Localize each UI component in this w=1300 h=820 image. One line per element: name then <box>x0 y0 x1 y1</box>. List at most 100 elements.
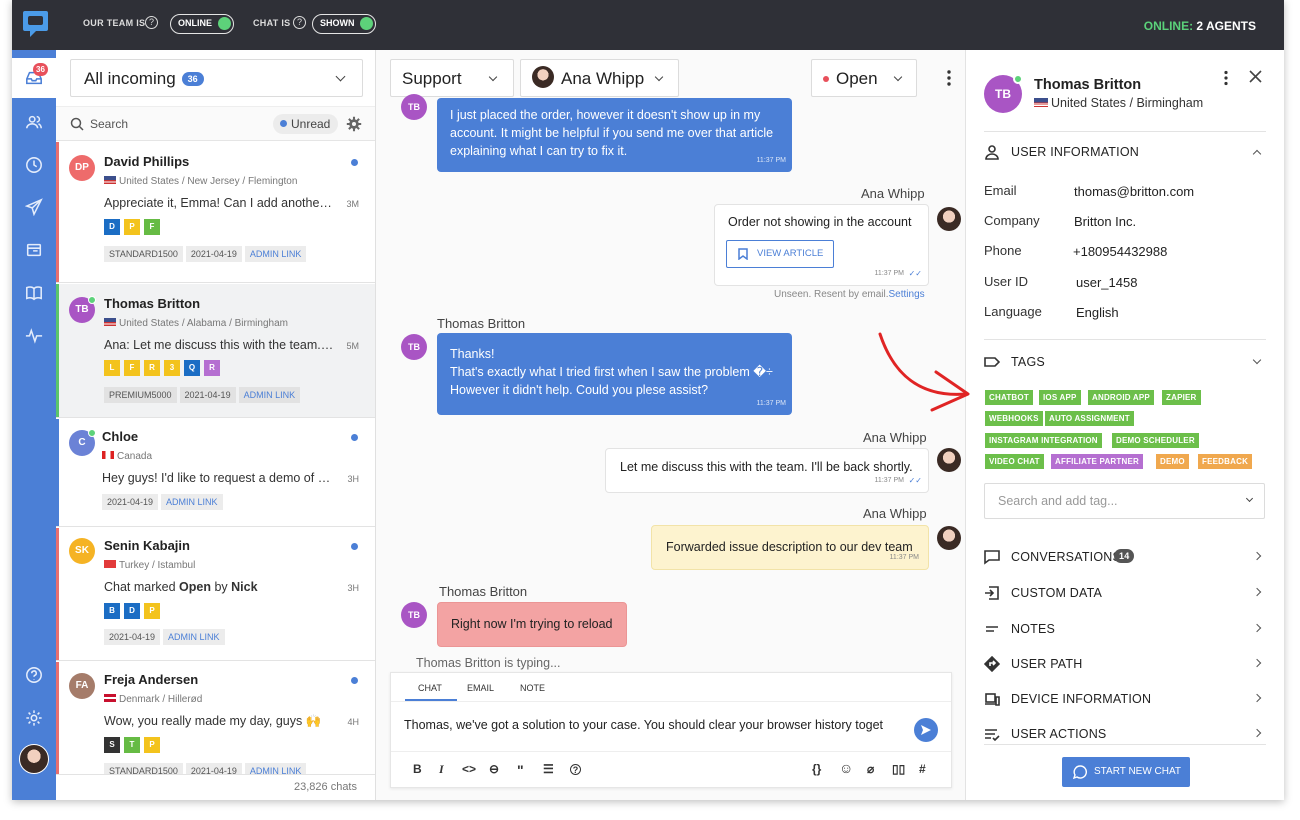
user-information-section-header[interactable]: USER INFORMATION <box>984 144 1266 162</box>
tag-chip[interactable]: DEMO <box>1156 454 1189 469</box>
code-icon[interactable]: <> <box>462 762 476 776</box>
tag-chip[interactable]: IOS APP <box>1039 390 1081 405</box>
help-icon[interactable]: ? <box>570 764 581 775</box>
agent-avatar[interactable] <box>19 744 49 774</box>
settings-link[interactable]: Settings <box>889 289 925 300</box>
conversation-item[interactable]: C Chloe Canada Hey guys! I'd like to req… <box>56 419 375 527</box>
admin-link[interactable]: ADMIN LINK <box>163 629 225 645</box>
team-status-toggle[interactable]: ONLINE <box>170 14 234 34</box>
priority-bar <box>56 528 59 660</box>
attachment-icon[interactable]: ⌀ <box>867 762 874 776</box>
admin-link[interactable]: ADMIN LINK <box>244 763 307 774</box>
company-value[interactable]: Britton Inc. <box>1074 214 1136 229</box>
tag-chip[interactable]: ZAPIER <box>1162 390 1201 405</box>
admin-link[interactable]: ADMIN LINK <box>238 387 301 403</box>
close-icon[interactable] <box>1249 70 1262 83</box>
avatar: DP <box>69 155 95 181</box>
divider <box>391 751 951 752</box>
italic-icon[interactable]: I <box>439 762 444 777</box>
user-id-value[interactable]: user_1458 <box>1076 275 1137 290</box>
avatar: C <box>69 429 96 456</box>
gear-icon[interactable] <box>346 116 362 132</box>
contact-location-text: United States / New Jersey / Flemington <box>119 176 298 187</box>
conversations-section[interactable]: CONVERSATIONS 14 <box>984 549 1266 567</box>
custom-data-section[interactable]: CUSTOM DATA <box>984 585 1266 603</box>
conversation-item-selected[interactable]: TB Thomas Britton United States / Alabam… <box>56 284 375 418</box>
last-message: Hey guys! I'd like to request a demo of … <box>102 471 332 485</box>
tag-chip: F <box>144 219 160 235</box>
tags-section-header[interactable]: TAGS <box>984 354 1266 372</box>
nav-inbox[interactable]: 36 <box>12 58 56 98</box>
assignee-dropdown[interactable]: Ana Whipp <box>520 59 679 97</box>
email-value[interactable]: thomas@britton.com <box>1074 184 1194 199</box>
tag-chip[interactable]: AFFILIATE PARTNER <box>1051 454 1143 469</box>
user-actions-section[interactable]: USER ACTIONS <box>984 726 1266 744</box>
bold-icon[interactable]: B <box>413 762 422 776</box>
link-icon[interactable]: ⊖ <box>489 762 499 776</box>
tab-note[interactable]: NOTE <box>520 683 545 693</box>
nav-contacts[interactable] <box>12 105 56 139</box>
tag-chip[interactable]: DEMO SCHEDULER <box>1112 433 1199 448</box>
language-value[interactable]: English <box>1076 305 1119 320</box>
department-dropdown[interactable]: Support <box>390 59 514 97</box>
unread-filter-toggle[interactable]: Unread <box>273 114 339 134</box>
view-article-button[interactable]: VIEW ARTICLE <box>726 240 834 268</box>
status-dropdown[interactable]: Open <box>811 59 917 97</box>
nav-knowledge-base[interactable] <box>12 276 56 310</box>
help-icon[interactable]: ? <box>145 16 158 29</box>
list-icon[interactable]: ☰ <box>543 762 554 776</box>
tag-chip[interactable]: ANDROID APP <box>1088 390 1154 405</box>
search-input[interactable]: Search <box>90 117 128 131</box>
send-button[interactable] <box>914 718 938 742</box>
nav-history[interactable] <box>12 148 56 182</box>
help-icon[interactable]: ? <box>293 16 306 29</box>
app-logo-icon[interactable] <box>22 10 49 38</box>
admin-link[interactable]: ADMIN LINK <box>161 494 223 510</box>
gear-icon <box>26 710 42 726</box>
user-path-section[interactable]: USER PATH <box>984 656 1266 674</box>
conversation-item[interactable]: DP David Phillips United States / New Je… <box>56 142 375 283</box>
inbox-filter-dropdown[interactable]: All incoming 36 <box>70 59 363 97</box>
tag-chip[interactable]: VIDEO CHAT <box>985 454 1044 469</box>
avatar-initials: C <box>78 437 86 448</box>
tag-chip[interactable]: AUTO ASSIGNMENT <box>1045 411 1134 426</box>
conversation-meta: STANDARD1500 2021-04-19 ADMIN LINK <box>104 246 307 262</box>
chat-visibility-toggle[interactable]: SHOWN <box>312 14 376 34</box>
canned-response-icon[interactable]: # <box>919 762 926 776</box>
team-status-label: OUR TEAM IS <box>83 18 146 28</box>
tab-chat[interactable]: CHAT <box>418 683 442 693</box>
priority-bar <box>56 419 59 526</box>
knowledge-base-icon[interactable]: ▯▯ <box>892 762 905 776</box>
tab-email[interactable]: EMAIL <box>467 683 494 693</box>
conversation-item[interactable]: FA Freja Andersen Denmark / Hillerød Wow… <box>56 662 375 774</box>
more-options-icon[interactable] <box>1223 70 1229 86</box>
phone-value[interactable]: +180954432988 <box>1073 244 1167 259</box>
field-label: Phone <box>984 243 1022 258</box>
tag-search-input[interactable]: Search and add tag... <box>984 483 1265 519</box>
tag-chip[interactable]: CHATBOT <box>985 390 1033 405</box>
online-agents-indicator: ONLINE: 2 AGENTS <box>1144 19 1256 33</box>
nav-settings[interactable] <box>12 701 56 735</box>
nav-campaigns[interactable] <box>12 190 56 224</box>
nav-analytics[interactable] <box>12 318 56 352</box>
start-new-chat-label: START NEW CHAT <box>1094 766 1182 777</box>
emoji-icon[interactable]: ☺ <box>839 760 853 776</box>
notes-section[interactable]: NOTES <box>984 621 1266 639</box>
conversation-item[interactable]: SK Senin Kabajin Turkey / Istambul Chat … <box>56 528 375 661</box>
nav-widgets[interactable] <box>12 233 56 267</box>
quote-icon[interactable]: " <box>517 762 524 778</box>
last-message-time: 5M <box>346 341 359 351</box>
more-options-icon[interactable] <box>946 69 952 87</box>
start-new-chat-button[interactable]: START NEW CHAT <box>1062 757 1190 787</box>
tag-chip: S <box>104 737 120 753</box>
conversations-count-badge: 14 <box>1114 549 1135 563</box>
admin-link[interactable]: ADMIN LINK <box>244 246 307 262</box>
message-time: 11:37 PM <box>756 400 786 407</box>
variables-icon[interactable]: {} <box>812 762 821 776</box>
tag-chip[interactable]: WEBHOOKS <box>985 411 1043 426</box>
message-input[interactable]: Thomas, we've got a solution to your cas… <box>404 718 889 732</box>
tag-chip[interactable]: INSTAGRAM INTEGRATION <box>985 433 1102 448</box>
tag-chip[interactable]: FEEDBACK <box>1198 454 1253 469</box>
nav-help[interactable] <box>12 658 56 692</box>
device-information-section[interactable]: DEVICE INFORMATION <box>984 691 1266 709</box>
